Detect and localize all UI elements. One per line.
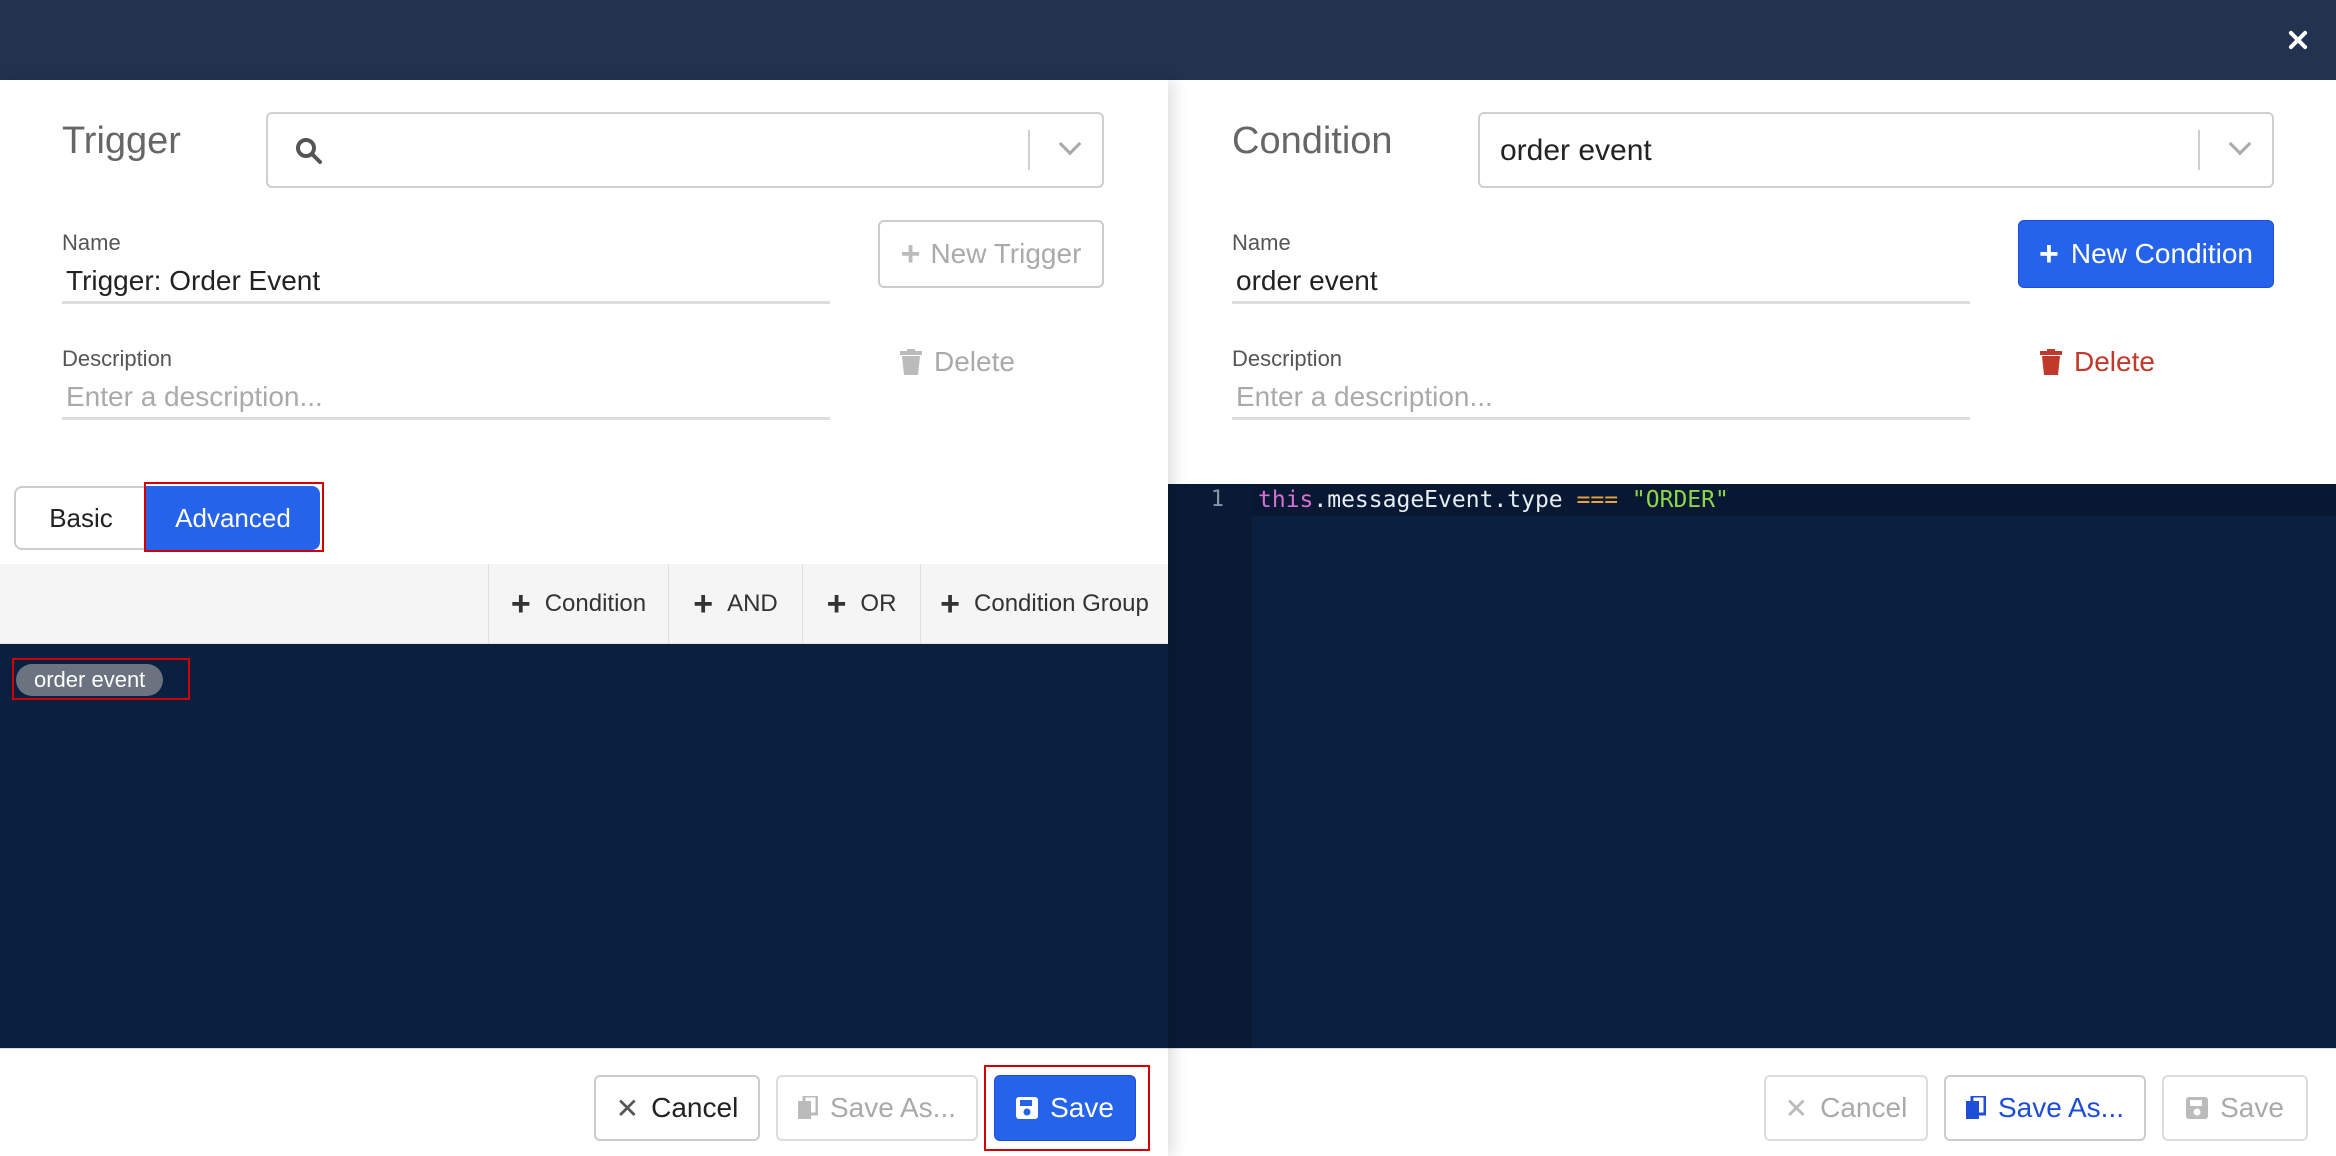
add-condition-button[interactable]: + Condition [488,564,668,644]
code-editor[interactable]: 1 this.messageEvent.type === "ORDER" [1168,484,2336,1048]
add-condition-group-button[interactable]: + Condition Group [920,564,1168,644]
plus-icon: + [940,584,961,623]
trigger-name-input[interactable] [62,260,830,304]
search-icon [296,138,322,164]
save-button[interactable]: Save [994,1075,1136,1141]
condition-toolbar: + Condition + AND + OR + Condition Group [0,564,1168,644]
name-label: Name [1232,230,1291,255]
code-token-operator: === [1576,487,1619,513]
tab-basic[interactable]: Basic [14,486,148,550]
add-and-button[interactable]: + AND [668,564,802,644]
condition-description-input[interactable] [1232,376,1970,420]
description-label: Description [62,346,173,371]
copy-icon [797,1096,818,1119]
cancel-button[interactable]: ✕ Cancel [1764,1075,1928,1141]
editor-gutter [1168,484,1252,1048]
plus-icon: + [693,584,714,623]
chevron-down-icon[interactable] [2228,132,2252,156]
select-separator [1028,130,1030,170]
tab-advanced[interactable]: Advanced [146,486,320,550]
add-or-button[interactable]: + OR [802,564,920,644]
plus-icon: + [900,234,921,273]
trigger-panel: Trigger Name Description + New Trigger D… [0,80,1168,1156]
condition-name-input[interactable] [1232,260,1970,304]
condition-select-value: order event [1500,134,1652,167]
close-icon: ✕ [615,1092,640,1124]
save-as-button[interactable]: Save As... [1944,1075,2146,1141]
new-condition-button[interactable]: + New Condition [2018,220,2274,288]
code-line[interactable]: this.messageEvent.type === "ORDER" [1258,484,1729,516]
chevron-down-icon[interactable] [1058,132,1082,156]
name-label: Name [62,230,121,255]
copy-icon [1965,1096,1986,1119]
modal-header [0,0,2336,80]
plus-icon: + [510,584,531,623]
condition-canvas: order event [0,644,1168,1048]
line-number: 1 [1210,487,1224,512]
new-trigger-button[interactable]: + New Trigger [878,220,1104,288]
close-icon: ✕ [1784,1092,1809,1124]
trash-icon [2040,349,2062,375]
close-icon[interactable] [2278,20,2318,60]
floppy-disk-icon [2186,1097,2209,1119]
trigger-footer: ✕ Cancel Save As... Save [0,1048,1168,1156]
delete-trigger-button[interactable]: Delete [900,346,1015,378]
trigger-heading: Trigger [62,120,181,162]
floppy-disk-icon [1016,1097,1039,1119]
condition-chip[interactable]: order event [16,664,164,696]
condition-panel: Condition order event Name Description +… [1168,80,2336,1156]
save-button[interactable]: Save [2162,1075,2308,1141]
trigger-search-select[interactable] [266,112,1104,188]
save-as-button[interactable]: Save As... [776,1075,978,1141]
code-token-string: "ORDER" [1631,487,1729,513]
code-token-this: this [1258,487,1314,513]
delete-condition-button[interactable]: Delete [2040,346,2155,378]
condition-select[interactable]: order event [1478,112,2274,188]
condition-footer: ✕ Cancel Save As... Save [1168,1048,2336,1156]
trigger-description-input[interactable] [62,376,830,420]
trash-icon [900,349,922,375]
select-separator [2198,130,2200,170]
plus-icon: + [2039,234,2059,273]
description-label: Description [1232,346,1343,371]
condition-heading: Condition [1232,120,1393,162]
cancel-button[interactable]: ✕ Cancel [594,1075,760,1141]
plus-icon: + [826,584,847,623]
code-token-property: .messageEvent.type [1313,487,1577,513]
